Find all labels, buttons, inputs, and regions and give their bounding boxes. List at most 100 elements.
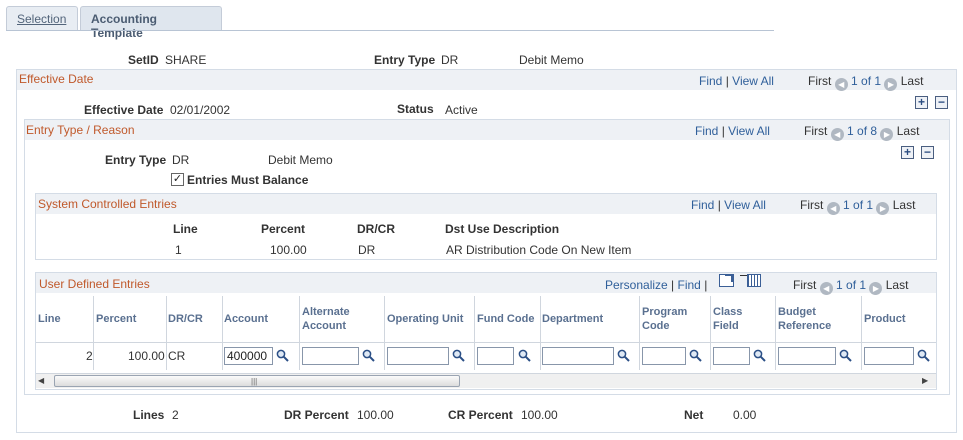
fund-code-lookup-icon[interactable] (518, 349, 531, 362)
grid-divider (166, 296, 167, 370)
entry-type-reason-title: Entry Type / Reason (26, 123, 135, 137)
grid-divider (775, 296, 776, 370)
net-label: Net (684, 408, 704, 422)
previous-arrow-icon[interactable]: ◀ (834, 78, 848, 91)
nav-separator: | (671, 278, 675, 292)
new-window-icon[interactable] (719, 274, 734, 287)
account-input[interactable]: 400000 (224, 347, 273, 365)
program-code-lookup-icon[interactable] (689, 349, 702, 362)
user-entries-nav: Personalize | Find | (605, 278, 707, 292)
arrow-mark (725, 274, 733, 282)
next-arrow-icon[interactable]: ▶ (880, 128, 894, 141)
user-row-drcr: CR (168, 349, 186, 363)
operating-unit-lookup-icon[interactable] (452, 349, 465, 362)
first-label: First (793, 278, 817, 292)
download-grid-icon[interactable] (747, 274, 761, 287)
previous-arrow-icon[interactable]: ◀ (826, 202, 840, 215)
row-count: 1 of 8 (847, 124, 878, 138)
user-defined-entries-title: User Defined Entries (39, 277, 150, 291)
budget-reference-lookup-icon[interactable] (839, 349, 852, 362)
tab-selection[interactable]: Selection (6, 6, 78, 30)
budget-reference-input[interactable] (778, 347, 836, 365)
program-code-input[interactable] (642, 347, 686, 365)
fund-code-input[interactable] (477, 347, 514, 365)
horizontal-scrollbar[interactable]: ◀ ||| ▶ (36, 373, 936, 388)
effective-date-pager: First ◀ 1 of 1 ▶ Last (808, 74, 923, 91)
column-header-line: Line (38, 313, 61, 325)
effective-date-nav: Find | View All (699, 74, 774, 88)
department-input[interactable] (542, 347, 614, 365)
lines-value: 2 (172, 408, 179, 422)
next-arrow-icon[interactable]: ▶ (876, 202, 890, 215)
column-header-drcr: DR/CR (168, 313, 203, 325)
view-all-link[interactable]: View All (728, 124, 770, 138)
effective-date-title: Effective Date (19, 72, 94, 86)
alternate-account-lookup-icon[interactable] (362, 349, 375, 362)
entry-type-label: Entry Type (374, 53, 436, 67)
class-field-lookup-icon[interactable] (753, 349, 766, 362)
scrollbar-thumb[interactable]: ||| (54, 375, 460, 387)
row-count: 1 of 1 (843, 198, 874, 212)
row-count: 1 of 1 (836, 278, 867, 292)
row-count: 1 of 1 (851, 74, 882, 88)
add-row-icon[interactable]: + (901, 146, 914, 159)
user-row-line: 2 (86, 349, 93, 363)
nav-separator: | (704, 278, 708, 292)
entry-type-label: Entry Type (105, 153, 167, 167)
grid-divider (384, 296, 385, 370)
effective-date-label: Effective Date (84, 103, 164, 117)
column-header-drcr: DR/CR (357, 222, 395, 236)
entry-type-value: DR (172, 153, 190, 167)
user-entries-pager: First ◀ 1 of 1 ▶ Last (793, 278, 908, 295)
view-all-link[interactable]: View All (732, 74, 774, 88)
previous-arrow-icon[interactable]: ◀ (819, 282, 833, 295)
find-link[interactable]: Find (691, 198, 714, 212)
column-header-program-code: Program Code (642, 306, 688, 332)
net-value: 0.00 (733, 408, 757, 422)
tab-divider (6, 30, 774, 31)
delete-row-icon[interactable]: − (921, 146, 934, 159)
account-lookup-icon[interactable] (276, 349, 289, 362)
grid-divider (639, 296, 640, 370)
column-header-percent: Percent (261, 222, 306, 236)
find-link[interactable]: Find (695, 124, 718, 138)
find-link[interactable]: Find (699, 74, 722, 88)
find-link[interactable]: Find (678, 278, 701, 292)
previous-arrow-icon[interactable]: ◀ (830, 128, 844, 141)
entry-type-description: Debit Memo (268, 153, 333, 167)
product-lookup-icon[interactable] (917, 349, 930, 362)
tab-accounting-template[interactable]: Accounting Template (80, 6, 222, 40)
department-lookup-icon[interactable] (617, 349, 630, 362)
first-label: First (804, 124, 828, 138)
next-arrow-icon[interactable]: ▶ (869, 282, 883, 295)
entries-must-balance-checkbox[interactable]: ✓ (171, 173, 184, 186)
operating-unit-input[interactable] (387, 347, 449, 365)
last-label: Last (896, 124, 920, 138)
add-row-icon[interactable]: + (915, 96, 928, 109)
grid-divider (222, 296, 223, 370)
entry-type-value: DR (441, 53, 459, 67)
delete-row-icon[interactable]: − (935, 96, 948, 109)
next-arrow-icon[interactable]: ▶ (884, 78, 898, 91)
class-field-input[interactable] (713, 347, 750, 365)
grid-divider (540, 296, 541, 370)
system-entries-nav: Find | View All (691, 198, 766, 212)
effective-date-value: 02/01/2002 (170, 103, 231, 117)
personalize-link[interactable]: Personalize (605, 278, 668, 292)
nav-separator: | (717, 198, 721, 212)
column-header-operating-unit: Operating Unit (387, 313, 464, 325)
grid-header-divider (36, 342, 936, 343)
column-header-percent: Percent (96, 313, 137, 325)
first-label: First (808, 74, 832, 88)
dr-percent-value: 100.00 (357, 408, 394, 422)
grid-divider (299, 296, 300, 370)
alternate-account-input[interactable] (302, 347, 359, 365)
grid-divider (93, 296, 94, 370)
lines-label: Lines (133, 408, 165, 422)
scroll-right-icon[interactable]: ▶ (922, 376, 928, 385)
scroll-left-icon[interactable]: ◀ (38, 376, 44, 385)
scrollbar-grip: ||| (251, 377, 258, 386)
column-header-class-field: Class Field (713, 306, 743, 332)
view-all-link[interactable]: View All (724, 198, 766, 212)
product-input[interactable] (864, 347, 914, 365)
